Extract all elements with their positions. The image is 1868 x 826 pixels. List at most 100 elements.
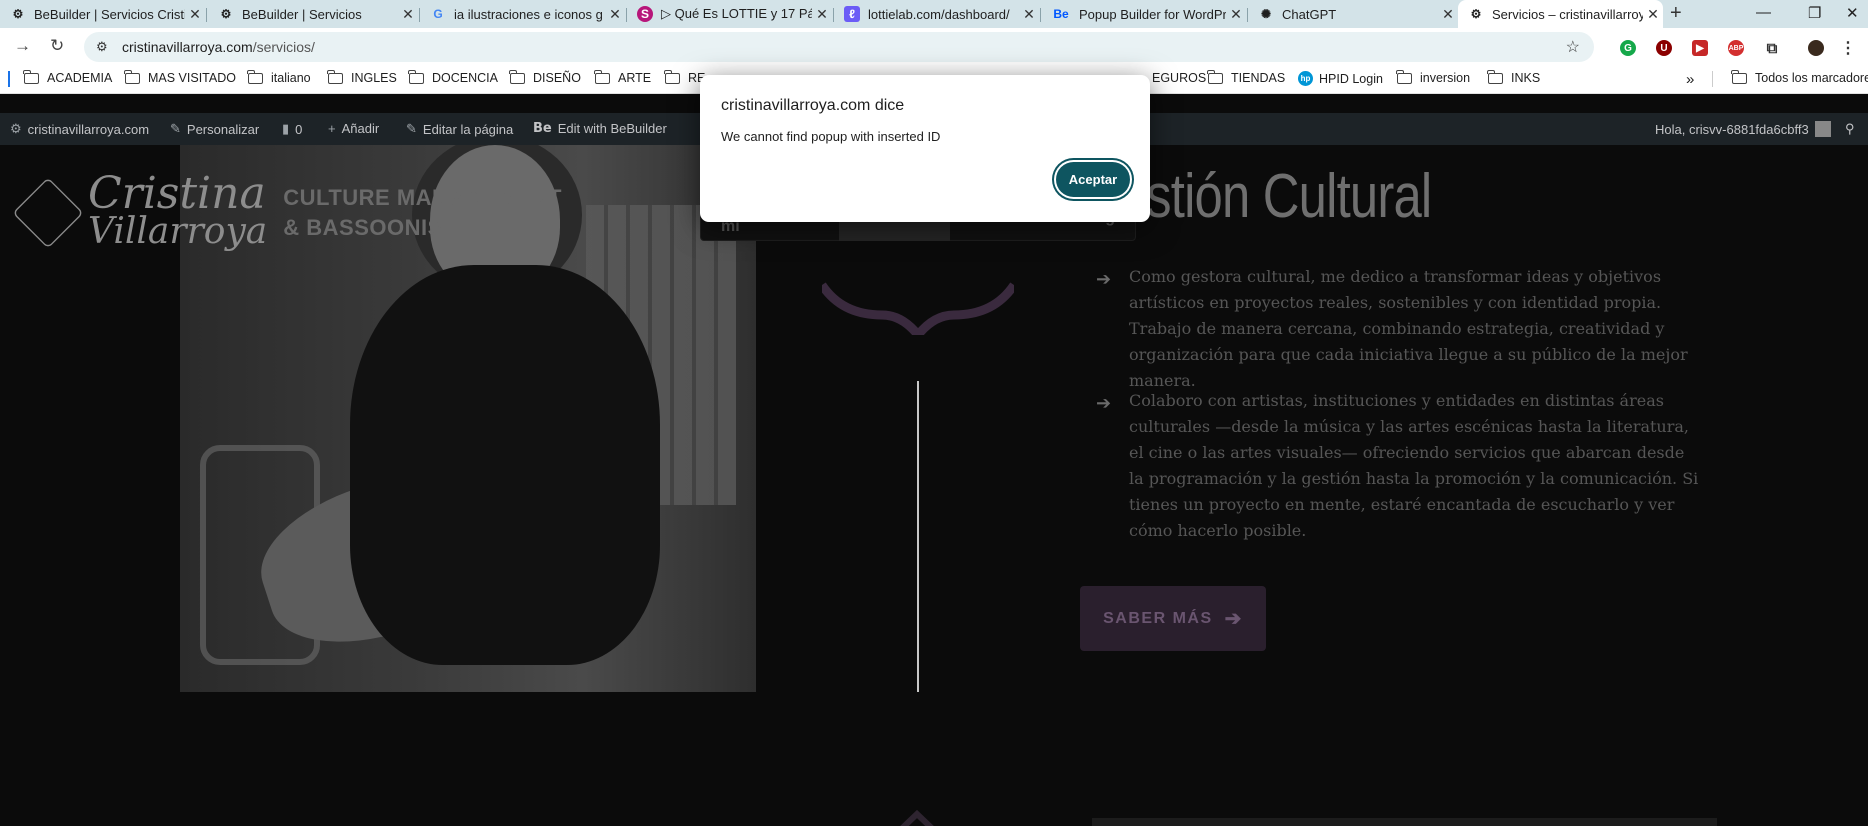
- video-ext-icon[interactable]: ▶: [1692, 40, 1708, 56]
- tab-title: lottielab.com/dashboard/: [868, 6, 1010, 22]
- bookmark-folder[interactable]: MAS VISITADO: [124, 69, 236, 85]
- tab-7[interactable]: ✺ ChatGPT ✕: [1248, 0, 1458, 28]
- site-info-icon[interactable]: ⚙: [96, 39, 112, 55]
- google-icon: G: [433, 7, 443, 21]
- bookmark-folder[interactable]: TIENDAS: [1207, 69, 1285, 85]
- tab-strip: ⚙ BeBuilder | Servicios Cristi ✕ ⚙ BeBui…: [0, 0, 1868, 28]
- menu-dots-icon[interactable]: ⋮: [1840, 40, 1856, 57]
- logo-name-line-2: Villarroya: [88, 211, 268, 252]
- address-bar[interactable]: ⚙ cristinavillarroya.com/servicios/ ☆: [84, 32, 1594, 62]
- grammarly-icon[interactable]: G: [1620, 40, 1636, 56]
- wp-account-link[interactable]: Hola, crisvv-6881fda6cbff3: [1655, 121, 1831, 137]
- bottom-section: [1092, 818, 1717, 826]
- bookmark-star-icon[interactable]: ☆: [1566, 37, 1580, 57]
- extensions-icon[interactable]: ⧉: [1764, 40, 1780, 57]
- bookmark-label: inversion: [1420, 71, 1471, 85]
- site-logo[interactable]: Cristina Villarroya CULTURE MANAGEMENT &…: [12, 172, 562, 252]
- close-icon[interactable]: ✕: [1643, 6, 1663, 23]
- ornament-icon: [822, 282, 1014, 335]
- bookmark-folder[interactable]: DOCENCIA: [408, 69, 498, 85]
- wp-add-new-link[interactable]: + Añadir: [328, 121, 379, 136]
- close-icon[interactable]: ✕: [185, 6, 205, 23]
- wp-customize-link[interactable]: ✎ Personalizar: [170, 121, 259, 137]
- bookmark-folder[interactable]: INKS: [1487, 69, 1540, 85]
- tab-2[interactable]: ⚙ BeBuilder | Servicios ✕: [208, 0, 418, 28]
- close-icon[interactable]: ✕: [1019, 6, 1039, 23]
- close-icon[interactable]: ✕: [1226, 6, 1246, 23]
- bookmark-label: DISEÑO: [533, 71, 581, 85]
- user-avatar: [1814, 121, 1831, 137]
- url-path: /servicios/: [252, 39, 315, 55]
- tab-title: BeBuilder | Servicios: [242, 6, 362, 22]
- more-bookmarks-icon[interactable]: »: [1686, 71, 1694, 88]
- tab-5[interactable]: ℓ lottielab.com/dashboard/ ✕: [834, 0, 1039, 28]
- plus-icon: +: [328, 121, 336, 136]
- ublock-icon[interactable]: U: [1656, 40, 1672, 56]
- tab-8-active[interactable]: ⚙ Servicios – cristinavillarroy ✕: [1458, 0, 1663, 28]
- bookmarks-divider: [1712, 71, 1713, 87]
- wp-site-link[interactable]: ⚙ cristinavillarroya.com: [10, 121, 149, 137]
- minimize-button[interactable]: —: [1756, 4, 1771, 21]
- bookmark-label: italiano: [271, 71, 311, 85]
- folder-icon: [408, 69, 424, 84]
- logo-name: Cristina Villarroya: [88, 172, 268, 252]
- paragraph-1: Como gestora cultural, me dedico a trans…: [1129, 267, 1688, 390]
- bookmark-label: DOCENCIA: [432, 71, 498, 85]
- restore-button[interactable]: ❐: [1808, 4, 1821, 22]
- gear-icon: ⚙: [10, 121, 22, 136]
- all-bookmarks-folder[interactable]: Todos los marcadores: [1731, 69, 1868, 85]
- tab-title: ChatGPT: [1282, 6, 1337, 22]
- arrow-right-icon: ➔: [1096, 393, 1112, 413]
- bookmark-label: HPID Login: [1319, 71, 1383, 86]
- bookmark-folder[interactable]: INGLES: [327, 69, 397, 85]
- close-icon[interactable]: ✕: [1438, 6, 1458, 23]
- reload-button[interactable]: ↻: [50, 36, 64, 56]
- tab-6[interactable]: Be Popup Builder for WordPr ✕: [1041, 0, 1246, 28]
- folder-icon: [23, 69, 39, 84]
- wp-comments-link[interactable]: ▮ 0: [282, 121, 302, 137]
- tab-1[interactable]: ⚙ BeBuilder | Servicios Cristi ✕: [0, 0, 205, 28]
- bookmark-folder[interactable]: ARTE: [594, 69, 651, 85]
- adblock-icon[interactable]: ABP: [1728, 40, 1744, 56]
- alert-dialog: cristinavillarroya.com dice We cannot fi…: [700, 75, 1150, 222]
- paragraph-2: Colaboro con artistas, instituciones y e…: [1129, 391, 1699, 540]
- arrow-right-icon: ➔: [1096, 269, 1112, 289]
- close-icon[interactable]: ✕: [605, 6, 625, 23]
- tab-3[interactable]: G ia ilustraciones e iconos g ✕: [420, 0, 625, 28]
- search-icon[interactable]: ⚲: [1845, 121, 1855, 137]
- divider-line: [917, 381, 919, 692]
- logo-tag-line-2: & BASSOONIST: [283, 215, 457, 240]
- forward-button[interactable]: →: [14, 36, 31, 56]
- browser-toolbar: → ↻ ⚙ cristinavillarroya.com/servicios/ …: [0, 28, 1868, 64]
- avatar[interactable]: [1808, 40, 1824, 56]
- close-icon[interactable]: ✕: [398, 6, 418, 23]
- tab-4[interactable]: S ▷ Qué Es LOTTIE y 17 Pág ✕: [627, 0, 832, 28]
- cta-label: SABER MÁS: [1103, 609, 1213, 627]
- bookmark-folder[interactable]: EGUROS: [1152, 71, 1206, 85]
- new-tab-button[interactable]: +: [1670, 2, 1682, 25]
- folder-icon: [1731, 69, 1747, 84]
- wp-bebuilder-link[interactable]: Be Edit with BeBuilder: [533, 121, 667, 136]
- wp-site-label: cristinavillarroya.com: [27, 121, 150, 137]
- close-icon[interactable]: ✕: [812, 6, 832, 23]
- bookmark-link[interactable]: hp HPID Login: [1298, 71, 1383, 86]
- folder-icon: [124, 69, 140, 84]
- folder-icon: [509, 69, 525, 84]
- wp-bebuilder-label: Edit with BeBuilder: [557, 121, 667, 136]
- bookmark-folder[interactable]: inversion: [1396, 69, 1471, 85]
- logo-emblem-icon: [12, 177, 84, 249]
- arrow-right-icon: ➔: [1224, 608, 1243, 630]
- folder-icon: [1207, 69, 1223, 84]
- bookmark-folder[interactable]: DISEÑO: [509, 69, 581, 85]
- folder-icon: [247, 69, 263, 84]
- bookmark-folder[interactable]: ACADEMIA: [23, 69, 112, 85]
- tab-title: ia ilustraciones e iconos g: [454, 6, 603, 22]
- page-content: Cristina Villarroya CULTURE MANAGEMENT &…: [0, 145, 1868, 826]
- bookmark-folder[interactable]: italiano: [247, 69, 311, 85]
- close-window-button[interactable]: ✕: [1846, 4, 1859, 22]
- wp-edit-page-link[interactable]: ✎ Editar la página: [406, 121, 513, 137]
- saber-mas-button[interactable]: SABER MÁS ➔: [1080, 586, 1266, 651]
- behance-icon: Be: [1053, 7, 1069, 21]
- aceptar-button[interactable]: Aceptar: [1056, 162, 1130, 197]
- tab-title: Popup Builder for WordPr: [1079, 6, 1226, 22]
